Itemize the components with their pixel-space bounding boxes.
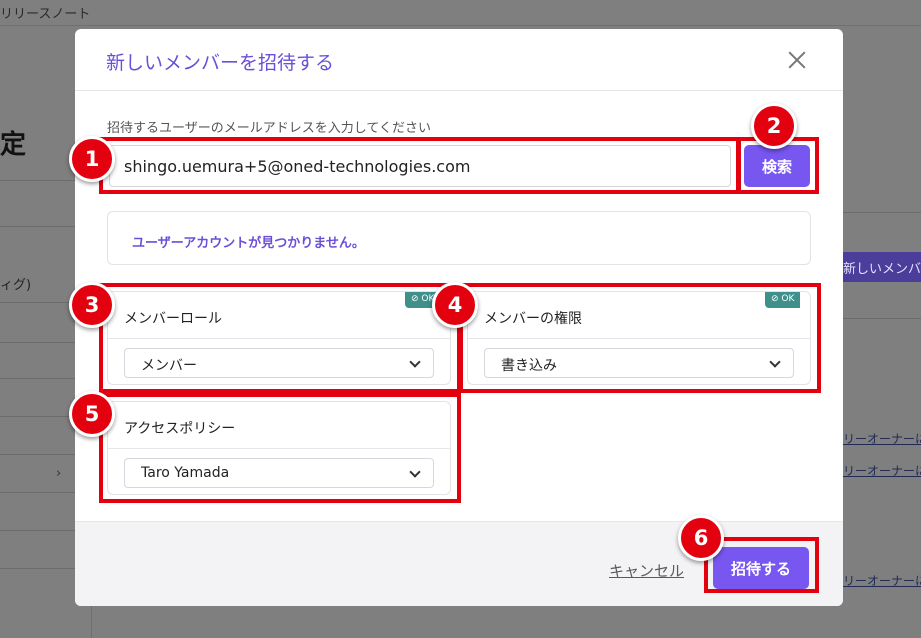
- step-marker-1: 1: [69, 136, 115, 182]
- background-topbar: リリースノート: [0, 0, 921, 26]
- step-marker-6: 6: [678, 515, 724, 561]
- sidebar-divider: [0, 226, 75, 227]
- background-owner-link: リーオーナーに: [843, 432, 921, 446]
- cancel-link[interactable]: キャンセル: [609, 560, 684, 581]
- background-sidebar-item: ィグ): [0, 278, 32, 293]
- email-field-label: 招待するユーザーのメールアドレスを入力してください: [107, 121, 431, 136]
- highlight-access-policy: [99, 393, 461, 503]
- background-owner-link: リーオーナーに: [843, 574, 921, 588]
- background-new-member-button: 新しいメンバ: [843, 252, 921, 282]
- sidebar-divider: [0, 342, 75, 343]
- not-found-message: ユーザーアカウントが見つかりません。: [132, 236, 365, 251]
- sidebar-divider: [0, 378, 75, 379]
- sidebar-divider: [0, 454, 75, 455]
- background-divider: [843, 212, 921, 213]
- step-marker-5: 5: [69, 391, 115, 437]
- highlight-member-role: [99, 283, 461, 393]
- highlight-member-permission: [459, 283, 821, 393]
- step-marker-4: 4: [432, 282, 478, 328]
- chevron-right-icon: ›: [56, 466, 62, 481]
- sidebar-divider: [0, 180, 75, 181]
- release-notes-link: リリースノート: [0, 7, 91, 22]
- sidebar-divider: [0, 530, 75, 531]
- sidebar-divider: [0, 492, 75, 493]
- close-icon[interactable]: [786, 49, 808, 71]
- not-found-notice: ユーザーアカウントが見つかりません。: [107, 211, 811, 265]
- background-owner-link: リーオーナーに: [843, 464, 921, 478]
- sidebar-divider: [0, 568, 75, 569]
- sidebar-divider: [0, 416, 75, 417]
- step-marker-3: 3: [69, 282, 115, 328]
- modal-title: 新しいメンバーを招待する: [106, 52, 335, 74]
- highlight-email-field: [99, 137, 740, 194]
- step-marker-2: 2: [751, 103, 797, 149]
- sidebar-divider: [0, 302, 75, 303]
- background-divider: [843, 318, 921, 319]
- modal-header: 新しいメンバーを招待する: [75, 29, 843, 91]
